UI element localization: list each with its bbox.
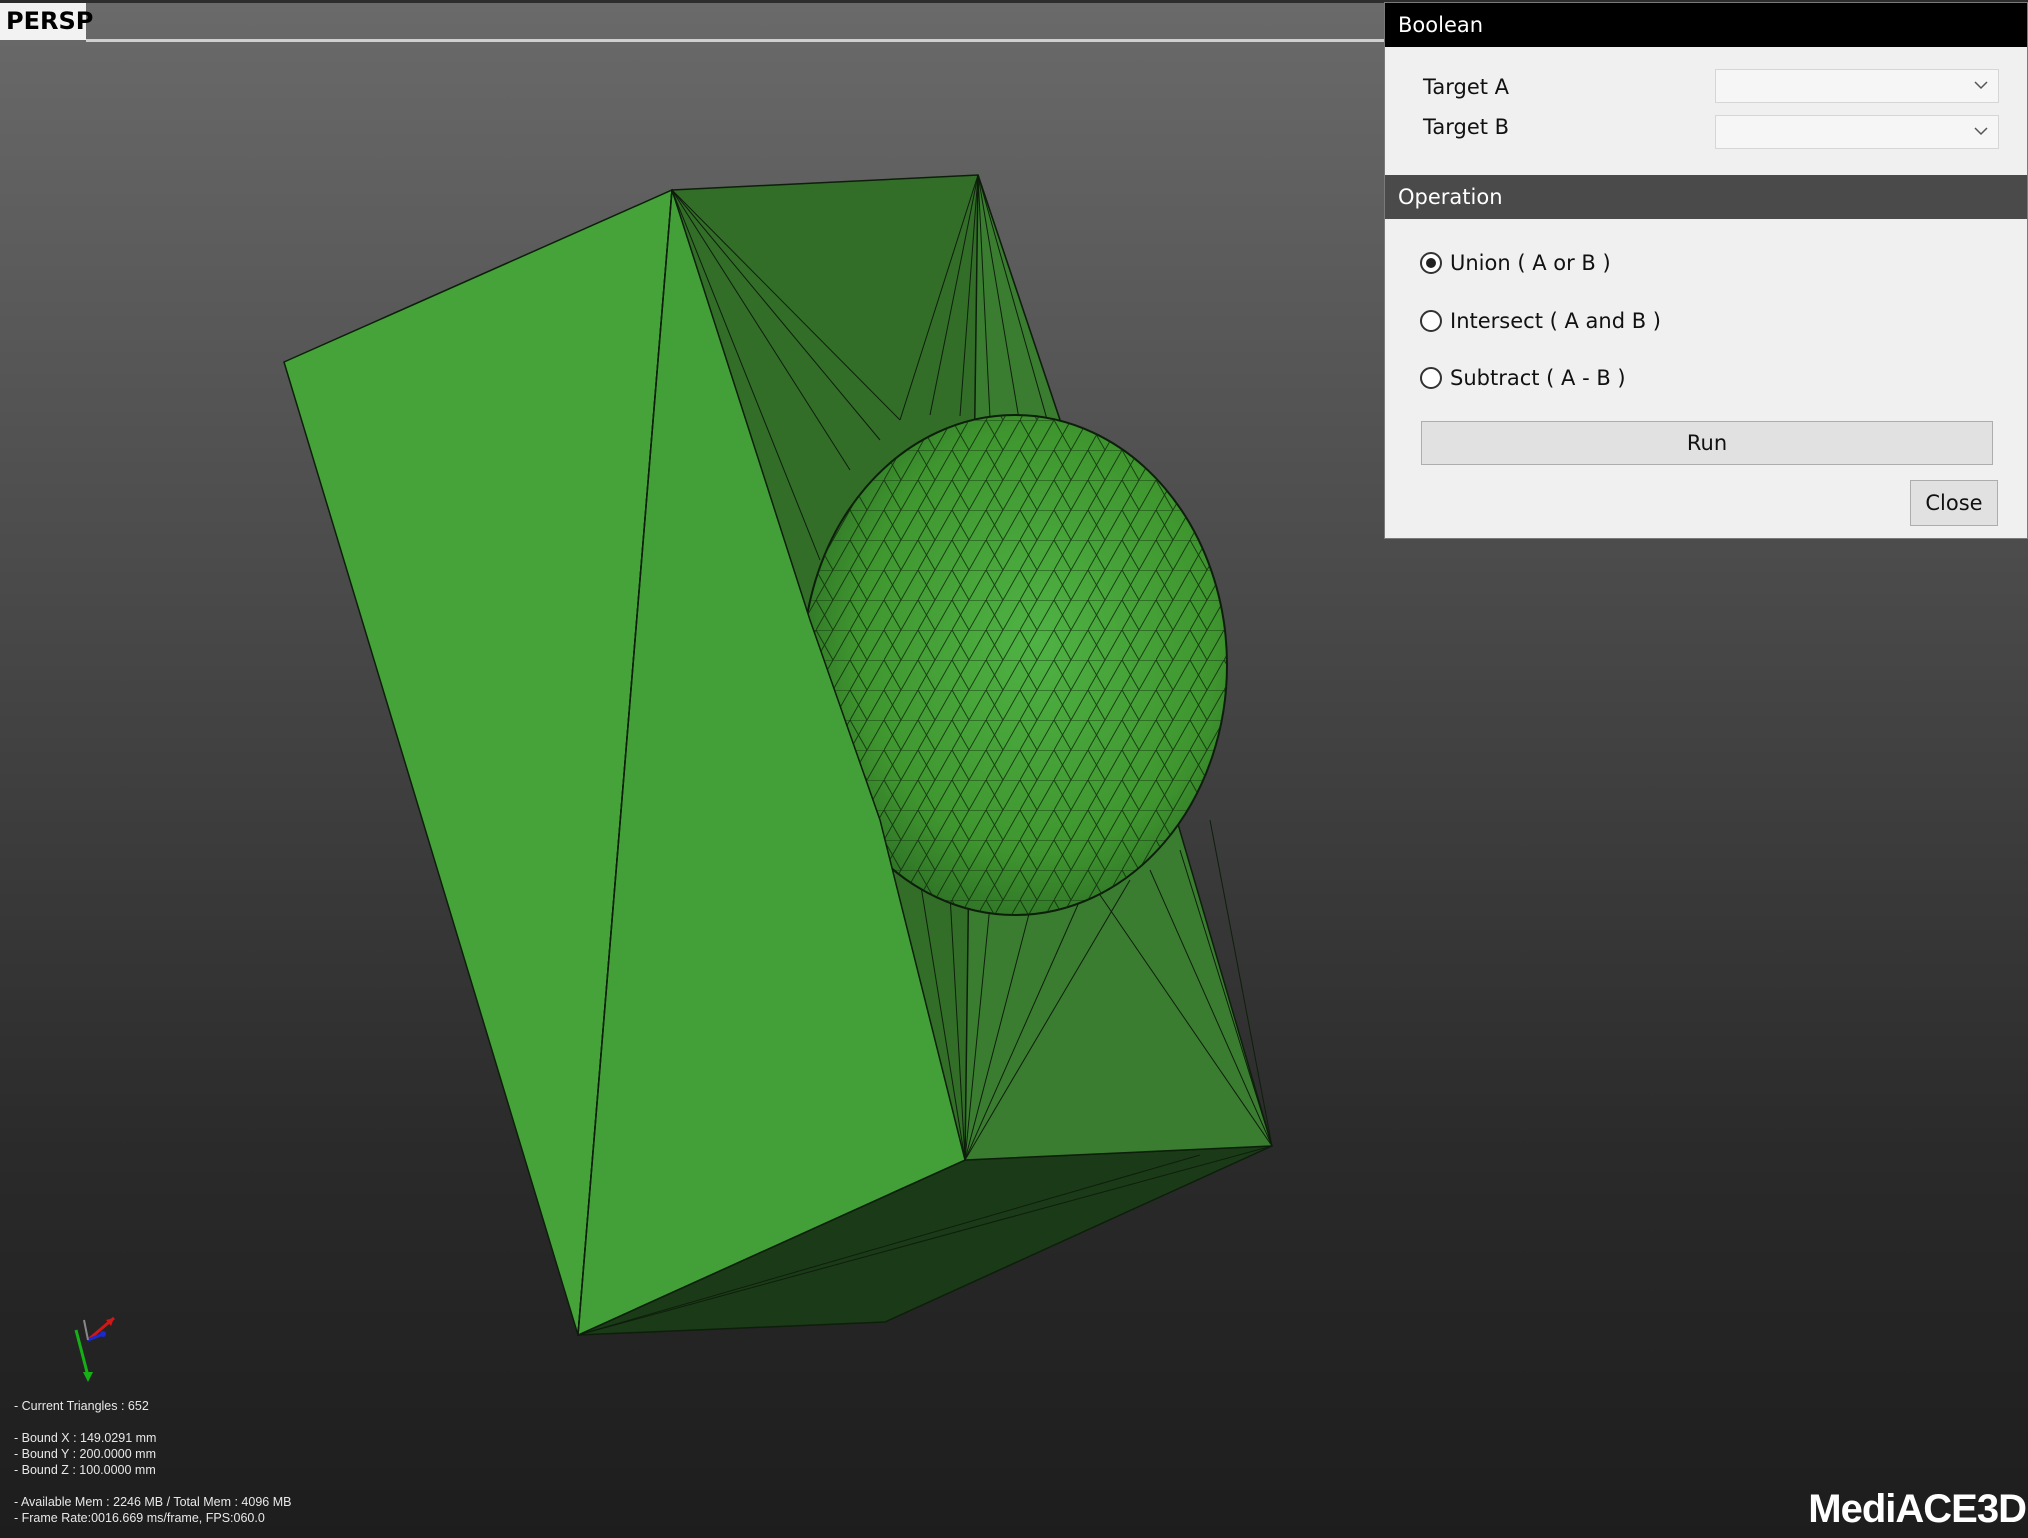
axis-gizmo-icon xyxy=(74,1316,115,1382)
target-b-select[interactable] xyxy=(1715,115,1999,149)
hud-bound-x: - Bound X : 149.0291 mm xyxy=(14,1431,157,1445)
radio-union-indicator[interactable] xyxy=(1420,252,1442,274)
viewport-label-underline xyxy=(86,39,1386,42)
hud-triangles: - Current Triangles : 652 xyxy=(14,1399,149,1413)
radio-union-label: Union ( A or B ) xyxy=(1450,251,1611,275)
target-a-select[interactable] xyxy=(1715,69,1999,103)
target-b-label: Target B xyxy=(1423,115,1510,139)
chevron-down-icon xyxy=(1974,127,1988,136)
radio-intersect[interactable]: Intersect ( A and B ) xyxy=(1420,306,1661,336)
radio-intersect-label: Intersect ( A and B ) xyxy=(1450,309,1661,333)
close-button[interactable]: Close xyxy=(1910,480,1998,526)
radio-subtract[interactable]: Subtract ( A - B ) xyxy=(1420,363,1626,393)
hud-bound-z: - Bound Z : 100.0000 mm xyxy=(14,1463,156,1477)
run-button[interactable]: Run xyxy=(1421,421,1993,465)
chevron-down-icon xyxy=(1974,81,1988,90)
viewport-label: PERSP xyxy=(0,3,93,40)
hud-bound-y: - Bound Y : 200.0000 mm xyxy=(14,1447,156,1461)
dialog-title: Boolean xyxy=(1385,3,2027,47)
radio-union[interactable]: Union ( A or B ) xyxy=(1420,248,1611,278)
operation-header: Operation xyxy=(1385,175,2027,219)
target-a-label: Target A xyxy=(1423,75,1510,99)
hud-memory: - Available Mem : 2246 MB / Total Mem : … xyxy=(14,1495,292,1509)
hud-frame-rate: - Frame Rate:0016.669 ms/frame, FPS:060.… xyxy=(14,1511,265,1525)
radio-subtract-label: Subtract ( A - B ) xyxy=(1450,366,1626,390)
radio-subtract-indicator[interactable] xyxy=(1420,367,1442,389)
boolean-dialog: Boolean Target A Target B Operation Unio… xyxy=(1384,2,2028,539)
hud-info: - Current Triangles : 652 - Bound X : 14… xyxy=(14,1398,291,1526)
brand-logo: MediACE3D xyxy=(1808,1487,2027,1531)
radio-intersect-indicator[interactable] xyxy=(1420,310,1442,332)
